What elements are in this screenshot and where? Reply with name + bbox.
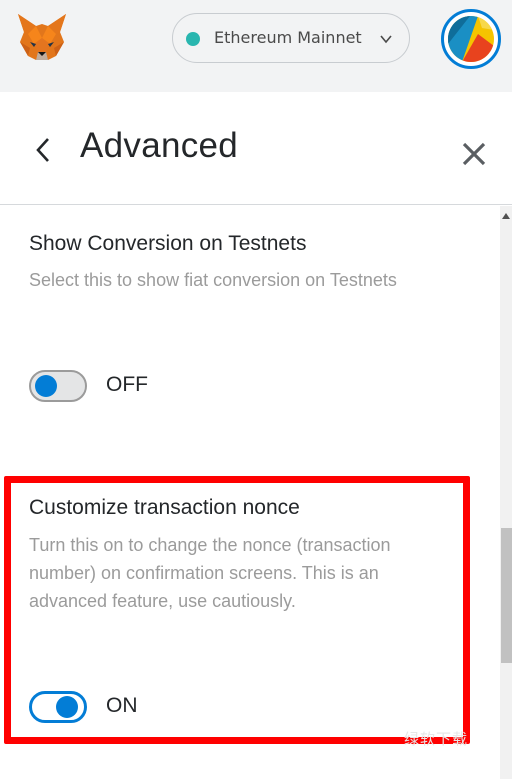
toggle-knob [35, 375, 57, 397]
chevron-left-icon[interactable] [32, 136, 54, 164]
customize-nonce-toggle-state: ON [106, 694, 138, 717]
toggle-knob [56, 696, 78, 718]
scrollbar-thumb[interactable] [501, 528, 512, 663]
page-title: Advanced [80, 126, 239, 165]
settings-header [0, 92, 512, 205]
metamask-fox-icon[interactable] [14, 12, 70, 64]
setting-description-show-conversion: Select this to show fiat conversion on T… [29, 270, 397, 290]
watermark: 绿软下载 [404, 730, 469, 748]
network-status-dot [186, 32, 200, 46]
scroll-up-arrow-icon[interactable] [502, 212, 510, 220]
network-label: Ethereum Mainnet [214, 28, 362, 47]
scrollbar-track[interactable] [500, 206, 512, 779]
account-avatar [448, 16, 494, 62]
setting-title-customize-nonce: Customize transaction nonce [29, 496, 300, 519]
setting-title-show-conversion: Show Conversion on Testnets [29, 232, 307, 255]
setting-description-customize-nonce: Turn this on to change the nonce (transa… [29, 535, 391, 611]
network-selector[interactable]: Ethereum Mainnet [172, 13, 410, 63]
account-menu-button[interactable] [441, 9, 501, 69]
customize-nonce-toggle[interactable] [29, 691, 87, 723]
show-conversion-toggle-state: OFF [106, 373, 148, 396]
chevron-down-icon [380, 35, 392, 44]
close-icon[interactable] [460, 140, 488, 168]
show-conversion-toggle[interactable] [29, 370, 87, 402]
